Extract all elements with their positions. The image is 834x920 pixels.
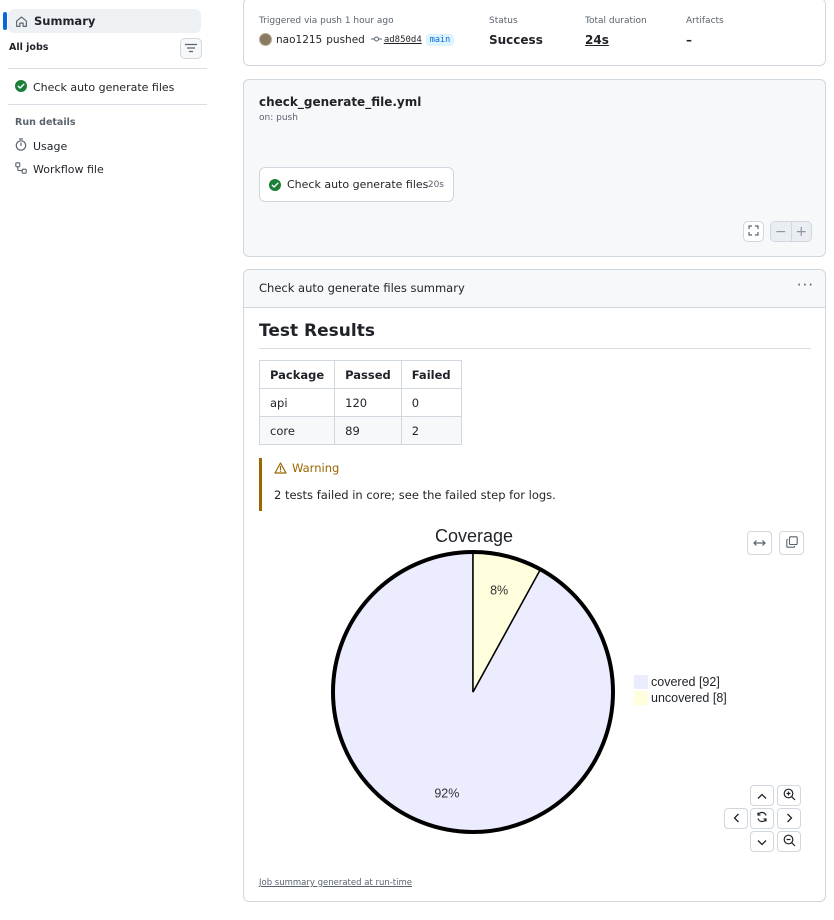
sidebar-item-job[interactable]: Check auto generate files (15, 80, 174, 95)
legend-swatch (634, 675, 648, 689)
stopwatch-icon (15, 138, 27, 154)
pan-up-button[interactable] (750, 785, 774, 806)
job-node-label: Check auto generate files (287, 178, 429, 191)
job-summary-card: Check auto generate files summary ··· Te… (243, 269, 826, 902)
copy-icon (785, 535, 798, 551)
status-value: Success (489, 33, 543, 47)
duration-label: Total duration (585, 16, 647, 26)
sidebar: Summary All jobs Check auto generate fil… (0, 0, 215, 920)
zoom-controls: − + (770, 221, 812, 242)
legend-label: covered [92] (651, 675, 720, 689)
job-node-duration: 20s (427, 179, 444, 190)
sidebar-divider (8, 104, 207, 105)
commit-icon (370, 35, 382, 45)
workflow-trigger: on: push (259, 113, 298, 123)
actor-name[interactable]: nao1215 (276, 34, 322, 46)
chart-legend: covered [92] uncovered [8] (634, 674, 727, 706)
slice-label-covered: 92% (434, 787, 459, 801)
reset-view-button[interactable] (750, 808, 774, 829)
pan-left-button[interactable] (724, 808, 748, 829)
zoom-in-icon (783, 788, 796, 804)
avatar[interactable] (259, 33, 272, 46)
artifacts-label: Artifacts (686, 16, 724, 26)
slice-label-uncovered: 8% (490, 583, 508, 597)
zoom-out-button[interactable]: − (771, 222, 791, 241)
zoom-out-icon (783, 834, 796, 850)
sidebar-item-summary[interactable]: Summary (3, 9, 201, 33)
workflow-graph-card: check_generate_file.yml on: push Check a… (243, 79, 826, 257)
arrow-left-right-icon (753, 536, 766, 550)
sidebar-item-workflow-file[interactable]: Workflow file (15, 162, 104, 177)
job-node[interactable]: Check auto generate files 20s (259, 167, 454, 202)
legend-label: uncovered [8] (651, 691, 727, 705)
summary-footer-link[interactable]: Job summary generated at run-time (259, 878, 412, 888)
filter-icon (184, 42, 198, 56)
commit-link[interactable]: ad850d4 (370, 34, 422, 45)
sidebar-item-usage[interactable]: Usage (15, 138, 67, 154)
home-icon (15, 14, 29, 28)
status-label: Status (489, 16, 518, 26)
chevron-up-icon (757, 789, 767, 803)
job-label: Check auto generate files (33, 81, 175, 94)
zoom-in-button[interactable]: + (790, 222, 812, 241)
trigger-label: Triggered via push 1 hour ago (259, 16, 394, 26)
pan-right-button[interactable] (777, 808, 801, 829)
zoom-in-button[interactable] (777, 785, 801, 806)
sync-icon (756, 811, 768, 826)
sidebar-divider (8, 68, 207, 69)
branch-badge[interactable]: main (425, 33, 455, 46)
zoom-out-button[interactable] (777, 831, 801, 852)
run-details-heading: Run details (15, 117, 76, 128)
active-indicator (3, 12, 7, 30)
filter-button[interactable] (180, 38, 202, 59)
legend-swatch (634, 691, 648, 705)
pan-down-button[interactable] (750, 831, 774, 852)
trigger-row: nao1215 pushed ad850d4 main (259, 33, 455, 46)
legend-item-covered: covered [92] (634, 674, 727, 690)
workflow-file-name: check_generate_file.yml (259, 95, 422, 109)
expand-horizontal-button[interactable] (747, 531, 772, 555)
fullscreen-button[interactable] (743, 221, 764, 242)
action-text: pushed (326, 33, 365, 46)
duration-value[interactable]: 24s (585, 33, 609, 47)
workflow-file-label: Workflow file (33, 163, 104, 176)
commit-sha: ad850d4 (383, 34, 422, 45)
chevron-right-icon (786, 812, 793, 826)
fullscreen-icon (748, 224, 759, 239)
chevron-left-icon (733, 812, 740, 826)
copy-button[interactable] (779, 531, 804, 555)
success-check-icon (269, 178, 281, 191)
all-jobs-heading: All jobs (9, 42, 49, 53)
run-info-card: Triggered via push 1 hour ago nao1215 pu… (243, 0, 826, 66)
success-check-icon (15, 80, 27, 95)
usage-label: Usage (33, 139, 68, 153)
sidebar-item-label: Summary (34, 14, 96, 28)
chevron-down-icon (757, 835, 767, 849)
workflow-icon (15, 162, 27, 177)
artifacts-value: – (686, 33, 692, 47)
legend-item-uncovered: uncovered [8] (634, 690, 727, 706)
